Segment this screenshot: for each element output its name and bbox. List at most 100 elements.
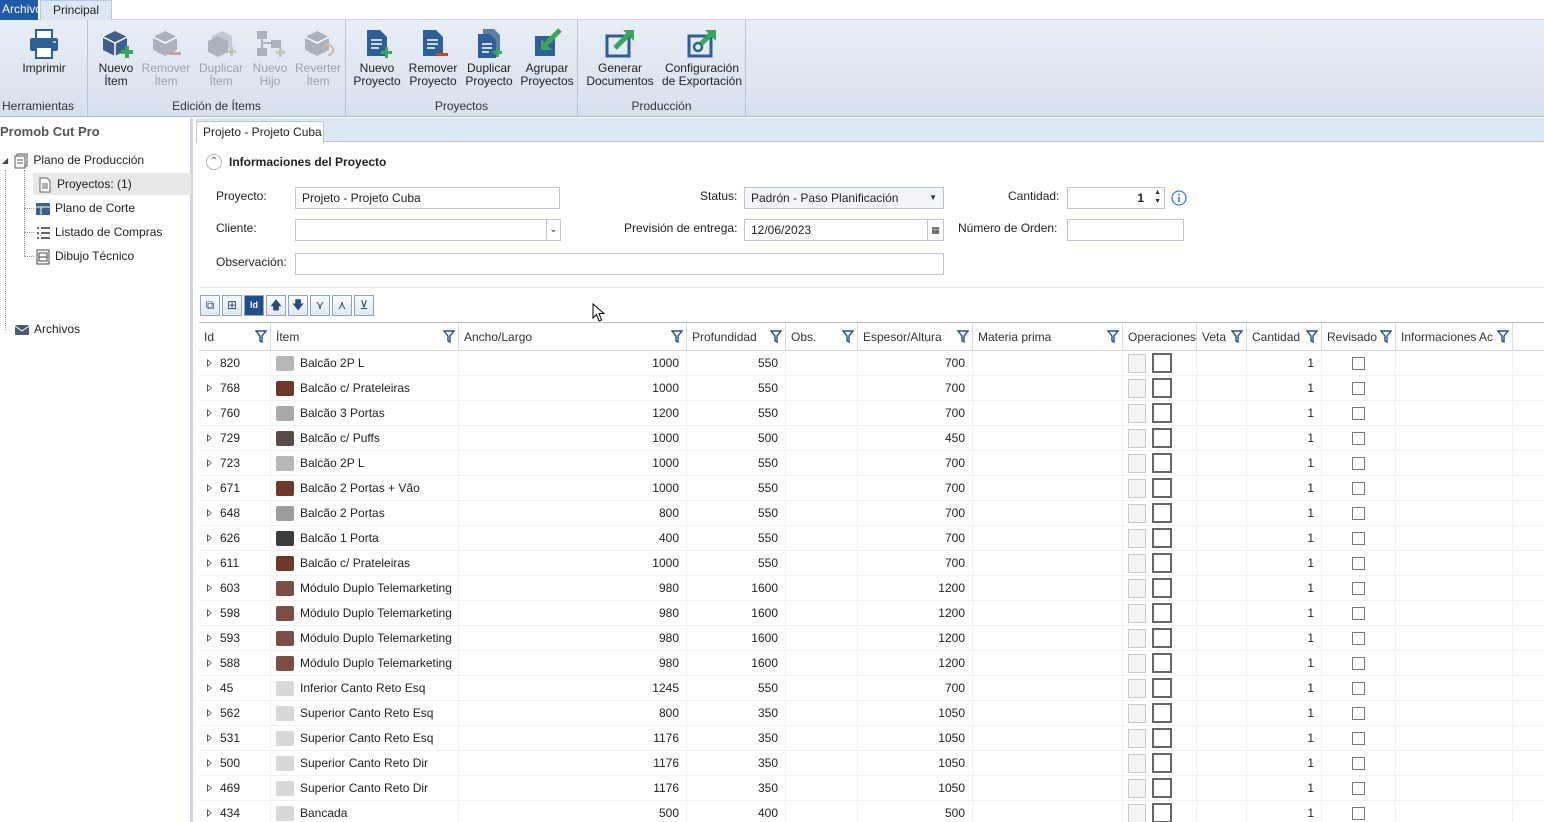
revisado-checkbox[interactable] [1352, 782, 1365, 795]
cliente-field[interactable]: ⌄ [295, 219, 561, 241]
column-header-operaciones[interactable]: Operaciones [1123, 323, 1197, 351]
duplicar-item-button[interactable]: Duplicar Ítem [195, 28, 247, 88]
expand-row-icon[interactable] [207, 409, 212, 417]
table-row[interactable]: 626 Balcão 1 Porta 400 550 700 1 [199, 526, 1544, 551]
table-row[interactable]: 588 Módulo Duplo Telemarketing 980 1600 1200… [199, 651, 1544, 676]
table-row[interactable]: 820 Balcão 2P L 1000 550 700 1 [199, 351, 1544, 376]
observacion-field[interactable] [295, 253, 944, 275]
remover-proyecto-button[interactable]: Remover Proyecto [406, 28, 460, 88]
revisado-checkbox[interactable] [1352, 532, 1365, 545]
column-header-espesor[interactable]: Espesor/Altura [858, 323, 973, 351]
operation-piece-icon[interactable] [1128, 604, 1146, 623]
tree-item-plano-corte[interactable]: Plano de Corte [35, 197, 135, 219]
filter-icon[interactable] [1497, 330, 1509, 343]
column-header-item[interactable]: Ítem [271, 323, 459, 351]
revisado-checkbox[interactable] [1352, 507, 1365, 520]
generar-documentos-button[interactable]: Generar Documentos [584, 28, 656, 88]
revisado-checkbox[interactable] [1352, 607, 1365, 620]
column-header-profundidad[interactable]: Profundidad [687, 323, 786, 351]
expand-row-icon[interactable] [207, 384, 212, 392]
filter-icon[interactable] [1306, 330, 1318, 343]
operation-frame-icon[interactable] [1152, 803, 1172, 822]
expand-row-icon[interactable] [207, 509, 212, 517]
revisado-checkbox[interactable] [1352, 757, 1365, 770]
revisado-checkbox[interactable] [1352, 457, 1365, 470]
filter-icon[interactable] [443, 330, 455, 343]
tree-item-archivos[interactable]: Archivos [14, 318, 80, 340]
expand-row-icon[interactable] [207, 634, 212, 642]
operation-frame-icon[interactable] [1152, 353, 1172, 373]
tree-item-listado-compras[interactable]: Listado de Compras [35, 221, 162, 243]
expand-row-icon[interactable] [207, 784, 212, 792]
collapse-section-button[interactable]: ⌃ [206, 154, 222, 170]
expand-row-icon[interactable] [207, 734, 212, 742]
operation-piece-icon[interactable] [1128, 454, 1146, 473]
column-header-cantidad[interactable]: Cantidad [1247, 323, 1322, 351]
revisado-checkbox[interactable] [1352, 357, 1365, 370]
operation-piece-icon[interactable] [1128, 504, 1146, 523]
operation-piece-icon[interactable] [1128, 429, 1146, 448]
table-row[interactable]: 648 Balcão 2 Portas 800 550 700 1 [199, 501, 1544, 526]
prevision-date-field[interactable]: 12/06/2023 ▦ [744, 219, 944, 241]
revisado-checkbox[interactable] [1352, 432, 1365, 445]
operation-frame-icon[interactable] [1152, 603, 1172, 623]
table-row[interactable]: 469 Superior Canto Reto Dir 1176 350 1050 1 [199, 776, 1544, 801]
expand-row-icon[interactable] [207, 809, 212, 817]
tree-item-dibujo-tecnico[interactable]: Dibujo Técnico [35, 245, 134, 267]
tree-item-plano-produccion[interactable]: ◢ Plano de Producción [2, 149, 144, 171]
operation-piece-icon[interactable] [1128, 579, 1146, 598]
operation-piece-icon[interactable] [1128, 529, 1146, 548]
operation-frame-icon[interactable] [1152, 678, 1172, 698]
status-dropdown[interactable]: Padrón - Paso Planificación ▼ [744, 187, 944, 209]
info-icon[interactable] [1171, 190, 1187, 206]
operation-piece-icon[interactable] [1128, 479, 1146, 498]
clear-filter-icon[interactable]: ⊻ [354, 295, 374, 316]
operation-piece-icon[interactable] [1128, 629, 1146, 648]
chevron-double-down-icon[interactable]: ⌄ [546, 220, 560, 240]
revisado-checkbox[interactable] [1352, 482, 1365, 495]
operation-piece-icon[interactable] [1128, 554, 1146, 573]
revisado-checkbox[interactable] [1352, 557, 1365, 570]
revisado-checkbox[interactable] [1352, 657, 1365, 670]
table-row[interactable]: 671 Balcão 2 Portas + Vão 1000 550 700 1 [199, 476, 1544, 501]
remover-item-button[interactable]: Remover Ítem [141, 28, 191, 88]
tab-principal[interactable]: Principal [40, 0, 112, 20]
column-header-informaciones[interactable]: Informaciones Ac [1396, 323, 1513, 351]
table-row[interactable]: 768 Balcão c/ Prateleiras 1000 550 700 1 [199, 376, 1544, 401]
operation-piece-icon[interactable] [1128, 654, 1146, 673]
filter-icon[interactable] [1380, 330, 1392, 343]
operation-piece-icon[interactable] [1128, 679, 1146, 698]
operation-frame-icon[interactable] [1152, 653, 1172, 673]
table-row[interactable]: 729 Balcão c/ Puffs 1000 500 450 1 [199, 426, 1544, 451]
table-row[interactable]: 562 Superior Canto Reto Esq 800 350 1050 1 [199, 701, 1544, 726]
column-header-veta[interactable]: Veta [1197, 323, 1247, 351]
expand-row-icon[interactable] [207, 459, 212, 467]
split-icon[interactable]: ⋏ [332, 295, 352, 316]
operation-frame-icon[interactable] [1152, 578, 1172, 598]
configuracion-exportacion-button[interactable]: Configuración de Exportación [660, 28, 744, 88]
table-row[interactable]: 760 Balcão 3 Portas 1200 550 700 1 [199, 401, 1544, 426]
operation-frame-icon[interactable] [1152, 703, 1172, 723]
expand-row-icon[interactable] [207, 659, 212, 667]
operation-piece-icon[interactable] [1128, 729, 1146, 748]
expand-row-icon[interactable] [207, 684, 212, 692]
nuevo-hijo-button[interactable]: Nuevo Hijo [250, 28, 290, 88]
filter-icon[interactable] [255, 330, 267, 343]
table-row[interactable]: 593 Módulo Duplo Telemarketing 980 1600 1200… [199, 626, 1544, 651]
expand-row-icon[interactable] [207, 584, 212, 592]
filter-icon[interactable] [671, 330, 683, 343]
expand-row-icon[interactable] [207, 559, 212, 567]
expand-row-icon[interactable] [207, 534, 212, 542]
revisado-checkbox[interactable] [1352, 632, 1365, 645]
document-tab[interactable]: Projeto - Projeto Cuba [196, 121, 324, 143]
table-row[interactable]: 603 Módulo Duplo Telemarketing 980 1600 1200… [199, 576, 1544, 601]
operation-frame-icon[interactable] [1152, 628, 1172, 648]
table-row[interactable]: 500 Superior Canto Reto Dir 1176 350 1050 1 [199, 751, 1544, 776]
operation-piece-icon[interactable] [1128, 804, 1146, 822]
operation-piece-icon[interactable] [1128, 354, 1146, 373]
operation-frame-icon[interactable] [1152, 428, 1172, 448]
operation-frame-icon[interactable] [1152, 378, 1172, 398]
revisado-checkbox[interactable] [1352, 382, 1365, 395]
nuevo-proyecto-button[interactable]: Nuevo Proyecto [350, 28, 404, 88]
operation-piece-icon[interactable] [1128, 704, 1146, 723]
